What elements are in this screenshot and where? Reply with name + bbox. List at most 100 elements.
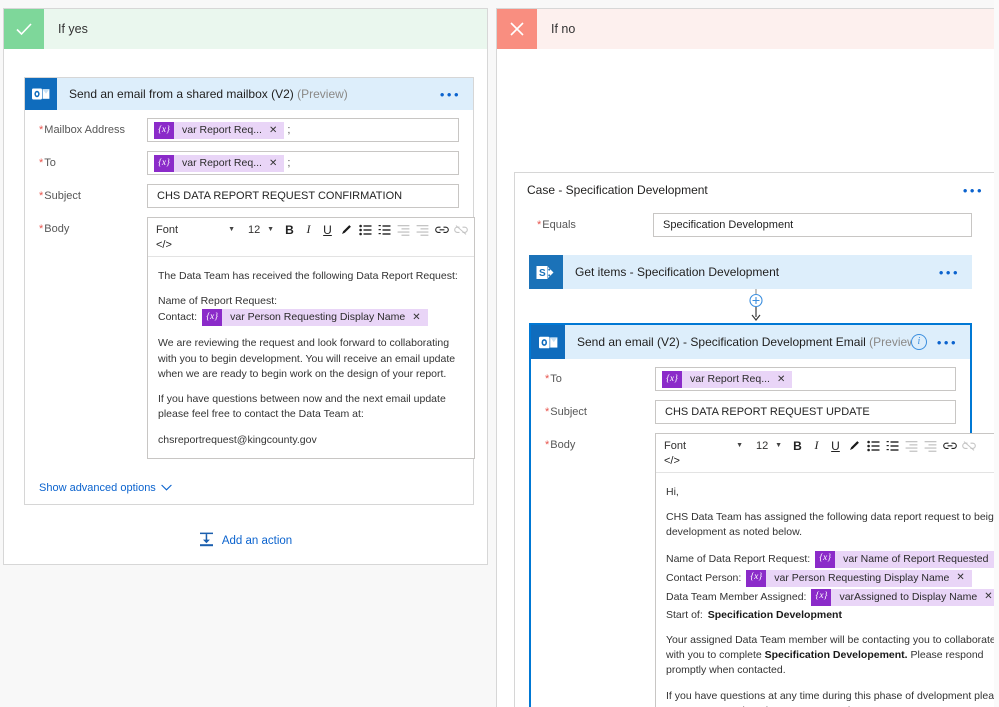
indent-icon[interactable]: [921, 437, 940, 455]
vertical-scrollbar[interactable]: [994, 0, 999, 707]
chevron-down-icon: ▼: [267, 226, 274, 233]
token-chip[interactable]: {x} varAssigned to Display Name ✕: [811, 588, 999, 606]
required-asterisk: *: [545, 406, 550, 418]
link-icon[interactable]: [940, 437, 959, 455]
get-items-card[interactable]: S Get items - Specification Development …: [529, 255, 972, 289]
subject-input[interactable]: CHS DATA REPORT REQUEST UPDATE: [655, 400, 956, 424]
card-preview-tag: (Preview): [869, 335, 911, 349]
send-email-v2-card[interactable]: Send an email (V2) - Specification Devel…: [529, 323, 999, 707]
token-chip[interactable]: {x} var Person Requesting Display Name ✕: [202, 309, 428, 327]
numbered-list-icon[interactable]: [883, 437, 902, 455]
pen-icon[interactable]: [845, 437, 864, 455]
token-label: var Report Req...: [182, 124, 262, 136]
separator-text: ;: [287, 124, 291, 136]
pen-icon[interactable]: [337, 221, 356, 239]
token-remove-icon[interactable]: ✕: [777, 374, 792, 385]
outdent-icon[interactable]: [394, 221, 413, 239]
body-content[interactable]: Hi, CHS Data Team has assigned the follo…: [656, 473, 999, 707]
equals-input[interactable]: Specification Development: [653, 213, 972, 237]
get-items-menu-button[interactable]: •••: [939, 266, 972, 279]
italic-button[interactable]: I: [299, 221, 318, 239]
bold-button[interactable]: B: [788, 437, 807, 455]
font-family-select[interactable]: Font ▼: [152, 224, 238, 236]
card-menu-button[interactable]: •••: [440, 88, 473, 101]
underline-button[interactable]: U: [826, 437, 845, 455]
show-advanced-options-link[interactable]: Show advanced options: [25, 478, 473, 504]
font-size-select[interactable]: 12 ▼: [752, 440, 784, 452]
body-paragraph: Name of Report Request:: [158, 295, 278, 308]
rte-toolbar: Font ▼ 12 ▼ B I U </>: [148, 218, 474, 257]
if-no-header: If no: [497, 9, 999, 49]
case-specification-development-card[interactable]: Case - Specification Development ••• * Eq…: [514, 172, 999, 707]
required-asterisk: *: [39, 223, 44, 235]
case-card-menu-button[interactable]: •••: [963, 184, 996, 197]
token-chip[interactable]: {x} var Report Req... ✕: [154, 154, 285, 172]
token-remove-icon[interactable]: ✕: [412, 311, 427, 326]
token-chip[interactable]: {x} var Person Requesting Display Name ✕: [746, 569, 972, 587]
font-size-select[interactable]: 12 ▼: [244, 224, 276, 236]
add-step-plus-icon: [748, 289, 763, 321]
sharepoint-icon: S: [529, 255, 563, 289]
numbered-list-icon[interactable]: [375, 221, 394, 239]
underline-button[interactable]: U: [318, 221, 337, 239]
label-text: Body: [550, 439, 576, 451]
send-email-v2-header[interactable]: Send an email (V2) - Specification Devel…: [531, 325, 970, 359]
body-label: *Body: [39, 217, 147, 235]
to-input[interactable]: {x} var Report Req... ✕ ;: [147, 151, 459, 175]
token-label: varAssigned to Display Name: [839, 590, 978, 603]
font-family-select[interactable]: Font ▼: [660, 440, 746, 452]
label-text: Equals: [542, 219, 576, 231]
body-rich-text-editor[interactable]: Font ▼ 12 ▼ B I U: [147, 217, 475, 459]
send-email-v2-title: Send an email (V2) - Specification Devel…: [565, 335, 911, 349]
italic-button[interactable]: I: [807, 437, 826, 455]
font-family-value: Font: [664, 439, 687, 452]
token-chip[interactable]: {x} var Name of Report Requested ✕: [815, 550, 999, 568]
unlink-icon[interactable]: [959, 437, 978, 455]
code-view-button[interactable]: </>: [660, 455, 999, 471]
add-an-action-button[interactable]: Add an action: [4, 532, 487, 550]
link-icon[interactable]: [432, 221, 451, 239]
subject-label: *Subject: [39, 184, 147, 202]
token-label: var Report Req...: [182, 157, 262, 169]
chevron-down-icon: [161, 484, 172, 491]
send-email-shared-mailbox-card[interactable]: Send an email from a shared mailbox (V2)…: [24, 77, 475, 505]
line-label: Data Team Member Assigned:: [666, 590, 807, 603]
get-items-header[interactable]: S Get items - Specification Development …: [529, 255, 972, 289]
token-remove-icon[interactable]: ✕: [269, 158, 284, 169]
label-text: Subject: [44, 190, 81, 202]
token-remove-icon[interactable]: ✕: [269, 125, 284, 136]
indent-icon[interactable]: [413, 221, 432, 239]
outdent-icon[interactable]: [902, 437, 921, 455]
body-contact-line: Contact: {x} var Person Requesting Displ…: [158, 309, 464, 327]
body-rich-text-editor[interactable]: Font ▼ 12 ▼ B I U: [655, 433, 999, 707]
bulleted-list-icon[interactable]: [356, 221, 375, 239]
chevron-down-icon: ▼: [736, 442, 743, 449]
body-paragraph: Your assigned Data Team member will be c…: [666, 633, 999, 679]
info-icon[interactable]: i: [910, 334, 927, 350]
token-remove-icon[interactable]: ✕: [956, 571, 971, 586]
field-row-body: *Body Font ▼ 12 ▼: [545, 433, 999, 707]
code-view-button[interactable]: </>: [152, 239, 470, 255]
token-chip[interactable]: {x} var Report Req... ✕: [154, 121, 285, 139]
body-line-report-name: Name of Data Report Request: {x} var Nam…: [666, 550, 999, 568]
unlink-icon[interactable]: [451, 221, 470, 239]
token-chip[interactable]: {x} var Report Req... ✕: [662, 370, 793, 388]
bold-button[interactable]: B: [280, 221, 299, 239]
body-paragraph: If you have questions between now and th…: [158, 393, 446, 421]
field-row-to: *To {x} var Report Req... ✕: [545, 367, 956, 391]
case-card-header[interactable]: Case - Specification Development •••: [515, 173, 996, 207]
mailbox-address-input[interactable]: {x} var Report Req... ✕ ;: [147, 118, 459, 142]
flow-designer-canvas: If yes Send an email from a shared mailb…: [0, 0, 999, 707]
subject-input[interactable]: CHS DATA REPORT REQUEST CONFIRMATION: [147, 184, 459, 208]
token-label: var Person Requesting Display Name: [774, 571, 950, 584]
body-paragraph: The Data Team has received the following…: [158, 270, 458, 282]
to-label: *To: [39, 151, 147, 169]
card-header[interactable]: Send an email from a shared mailbox (V2)…: [25, 78, 473, 110]
line-label: Name of Data Report Request:: [666, 552, 811, 565]
body-content[interactable]: The Data Team has received the following…: [148, 257, 474, 458]
field-row-subject: *Subject CHS DATA REPORT REQUEST CONFIRM…: [39, 184, 459, 208]
chevron-down-icon: ▼: [228, 226, 235, 233]
send-email-v2-menu-button[interactable]: •••: [937, 336, 970, 349]
to-input[interactable]: {x} var Report Req... ✕: [655, 367, 956, 391]
bulleted-list-icon[interactable]: [864, 437, 883, 455]
